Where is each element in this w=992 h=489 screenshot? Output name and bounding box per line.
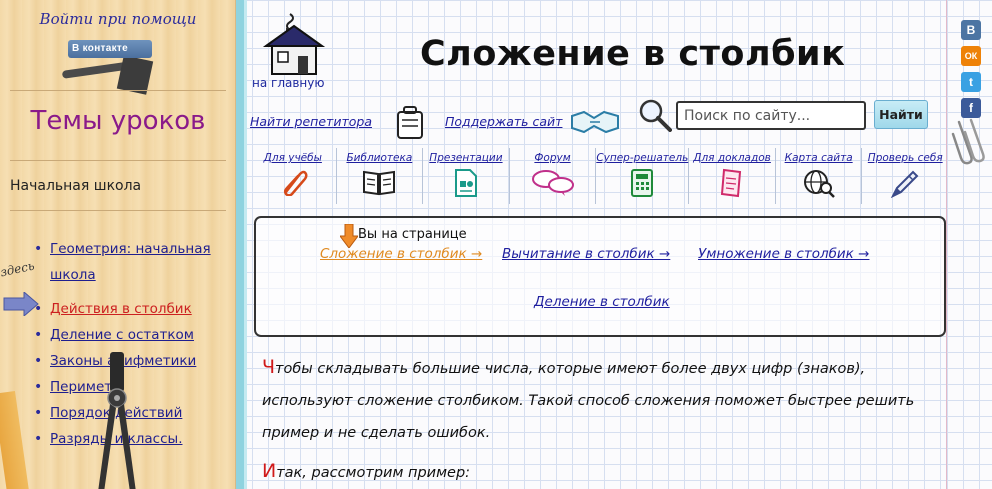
- magnifier-icon: [639, 99, 672, 132]
- breadcrumb: Вы на странице Сложение в столбик → Вычи…: [254, 216, 946, 337]
- globe-search-icon: [803, 170, 835, 198]
- school-bag-icon: [397, 106, 423, 139]
- social-bar: В ОК t f: [946, 0, 992, 489]
- arrow-down-icon: [340, 224, 358, 248]
- breadcrumb-current[interactable]: Сложение в столбик →: [320, 246, 482, 262]
- handshake-icon: [571, 110, 619, 134]
- hammer-head-icon: [116, 55, 154, 95]
- drop-cap: И: [262, 460, 277, 482]
- example-paragraph: Итак, рассмотрим пример:: [262, 455, 942, 489]
- nav-item-self-test[interactable]: Проверь себя: [862, 148, 946, 204]
- intro-paragraph: Чтобы складывать большие числа, которые …: [262, 351, 942, 449]
- paragraph-text: так, рассмотрим пример:: [276, 465, 471, 481]
- document-icon: [720, 168, 742, 198]
- nav-label: Карта сайта: [784, 152, 853, 164]
- notebook-binding-edge: [244, 0, 247, 489]
- nav-item-super-solver[interactable]: Супер-решатель: [596, 148, 690, 204]
- breadcrumb-link-multiplication[interactable]: Умножение в столбик →: [698, 246, 869, 262]
- nav-label: Библиотека: [346, 152, 413, 164]
- chat-icon: [531, 170, 574, 196]
- notebook-binding: [236, 0, 244, 489]
- nav-label: Супер-решатель: [596, 152, 689, 164]
- nav-item-presentations[interactable]: Презентации: [423, 148, 510, 204]
- section-label[interactable]: Начальная школа: [10, 178, 141, 194]
- breadcrumb-link-division[interactable]: Деление в столбик: [534, 294, 670, 310]
- vk-badge: В контакте: [68, 40, 152, 58]
- paragraph-text: тобы складывать большие числа, которые и…: [262, 361, 915, 441]
- nav-label: Для учёбы: [263, 152, 322, 164]
- ok-share-button[interactable]: ОК: [961, 46, 981, 66]
- nav-label: Форум: [534, 152, 571, 164]
- nav-label: Для докладов: [693, 152, 771, 164]
- nav-item-library[interactable]: Библиотека: [337, 148, 424, 204]
- book-icon: [363, 170, 396, 196]
- vk-share-button[interactable]: В: [961, 20, 981, 40]
- login-title: Войти при помощи: [39, 10, 197, 28]
- main-content: на главную Сложение в столбик Найти репе…: [236, 0, 946, 489]
- here-label: здесь: [0, 258, 36, 280]
- compass-icon: [98, 352, 136, 489]
- support-site-link[interactable]: Поддержать сайт: [445, 114, 562, 129]
- nav-item-sitemap[interactable]: Карта сайта: [776, 148, 863, 204]
- paperclips-icon: [951, 118, 985, 165]
- facebook-share-button[interactable]: f: [961, 98, 981, 118]
- pencil-decoration: [0, 390, 29, 489]
- sidebar: Войти при помощи В контакте Темы уроков …: [0, 0, 236, 489]
- pencil-icon: [891, 170, 919, 198]
- divider: [10, 160, 226, 161]
- nav-label: Презентации: [429, 152, 503, 164]
- vk-label: контакте: [82, 43, 128, 54]
- topic-item-active[interactable]: Действия в столбик: [34, 296, 224, 322]
- find-tutor-link[interactable]: Найти репетитора: [250, 114, 372, 129]
- nav-label: Проверь себя: [867, 152, 943, 164]
- vk-letter: В: [72, 43, 80, 54]
- search-button[interactable]: Найти: [874, 100, 928, 129]
- divider: [10, 90, 226, 91]
- topic-item[interactable]: Деление с остатком: [34, 322, 224, 348]
- drop-cap: Ч: [262, 356, 276, 378]
- page-title: Сложение в столбик: [420, 34, 846, 74]
- topic-item[interactable]: Геометрия: начальная школа: [34, 236, 224, 288]
- nav-item-reports[interactable]: Для докладов: [689, 148, 776, 204]
- nav-bar: Для учёбы Библиотека Презентации Форум С…: [250, 148, 946, 204]
- breadcrumb-link-subtraction[interactable]: Вычитание в столбик →: [502, 246, 670, 262]
- home-house-icon[interactable]: [260, 12, 326, 78]
- search-input[interactable]: [676, 101, 866, 130]
- home-link[interactable]: на главную: [252, 76, 324, 90]
- nav-item-forum[interactable]: Форум: [510, 148, 597, 204]
- presentation-icon: [454, 169, 477, 197]
- divider: [10, 210, 226, 211]
- twitter-share-button[interactable]: t: [961, 72, 981, 92]
- calculator-icon: [631, 169, 654, 197]
- nav-item-study[interactable]: Для учёбы: [250, 148, 337, 204]
- vk-login-button[interactable]: В контакте: [60, 36, 170, 98]
- topics-title: Темы уроков: [30, 106, 206, 136]
- paperclip-icon: [283, 170, 308, 196]
- breadcrumb-label: Вы на странице: [358, 227, 467, 242]
